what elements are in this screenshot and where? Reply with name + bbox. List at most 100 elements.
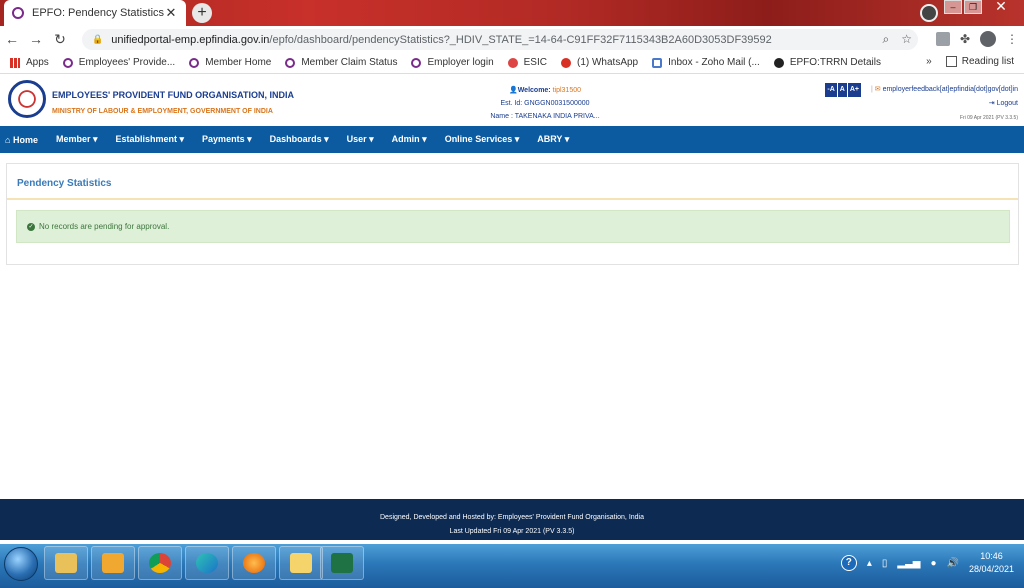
minimize-button[interactable]: – xyxy=(944,0,962,14)
lock-icon: 🔒 xyxy=(92,34,104,44)
tab-title: EPFO: Pendency Statistics xyxy=(32,7,164,19)
alert-message: No records are pending for approval. xyxy=(39,222,170,231)
extension-icon[interactable] xyxy=(935,32,950,46)
tray-expand-icon[interactable]: ▴ xyxy=(867,558,872,569)
volume-icon[interactable]: 🔊 xyxy=(947,558,959,569)
folder-icon xyxy=(290,553,312,573)
footer-last-updated: Last Updated Fri 09 Apr 2021 (PV 3.3.5) xyxy=(449,528,575,535)
bookmarks-overflow-button[interactable]: » xyxy=(926,56,932,67)
profile-chip-icon[interactable] xyxy=(920,4,938,22)
close-tab-icon[interactable]: ✕ xyxy=(164,5,178,21)
epfo-trrn-icon xyxy=(773,57,784,68)
nav-online-services[interactable]: Online Services ▾ xyxy=(445,134,520,145)
epfo-favicon-icon xyxy=(12,7,24,19)
bookmark-member-home[interactable]: Member Home xyxy=(189,57,271,68)
reading-list-icon xyxy=(945,56,957,67)
font-increase-button[interactable]: A+ xyxy=(847,83,861,97)
firefox-icon xyxy=(243,553,265,573)
nav-admin[interactable]: Admin ▾ xyxy=(392,134,427,145)
forward-button[interactable]: → xyxy=(24,31,48,47)
epfo-header: EMPLOYEES' PROVIDENT FUND ORGANISATION, … xyxy=(0,75,1024,127)
logout-link[interactable]: Logout xyxy=(997,100,1018,107)
bookmark-employees-provident[interactable]: Employees' Provide... xyxy=(62,57,175,68)
bookmark-star-icon[interactable]: ☆ xyxy=(901,32,912,47)
browser-tab[interactable]: EPFO: Pendency Statistics ✕ xyxy=(4,0,186,26)
back-button[interactable]: ← xyxy=(0,31,24,47)
bookmark-member-claim-status[interactable]: Member Claim Status xyxy=(285,57,397,68)
system-clock[interactable]: 10:46 28/04/2021 xyxy=(969,550,1014,576)
epfo-icon xyxy=(411,57,422,68)
folder-taskbar-button[interactable] xyxy=(279,546,323,580)
browser-tab-strip: EPFO: Pendency Statistics ✕ + – ❐ ✕ xyxy=(0,0,1024,26)
ministry-name: MINISTRY OF LABOUR & EMPLOYMENT, GOVERNM… xyxy=(52,108,273,115)
bookmark-esic[interactable]: ESIC xyxy=(507,57,547,68)
page-footer: Designed, Developed and Hosted by: Emplo… xyxy=(0,499,1024,540)
epfo-icon xyxy=(285,57,296,68)
explorer-icon xyxy=(55,553,77,573)
network-icon[interactable]: ▂▃▅ xyxy=(897,558,920,569)
font-decrease-button[interactable]: -A xyxy=(825,83,837,97)
zoom-search-icon[interactable]: ⌕ xyxy=(883,32,890,47)
explorer-taskbar-button[interactable] xyxy=(44,546,88,580)
puzzle-extensions-icon[interactable]: ✤ xyxy=(960,32,970,46)
bookmark-apps[interactable]: Apps xyxy=(10,57,49,68)
feedback-email-link[interactable]: employerfeedback[at]epfindia[dot]gov[dot… xyxy=(883,86,1018,93)
success-alert: ✓ No records are pending for approval. xyxy=(16,210,1010,243)
bookmark-zoho-mail[interactable]: Inbox - Zoho Mail (... xyxy=(652,57,760,68)
username: tipl31500 xyxy=(552,87,582,94)
org-name: EMPLOYEES' PROVIDENT FUND ORGANISATION, … xyxy=(52,90,294,100)
update-icon[interactable]: ● xyxy=(930,558,936,569)
bookmark-employer-login[interactable]: Employer login xyxy=(411,57,494,68)
nav-dashboards[interactable]: Dashboards ▾ xyxy=(270,134,329,145)
new-tab-button[interactable]: + xyxy=(192,3,212,23)
clock-date: 28/04/2021 xyxy=(968,564,1014,574)
logout-icon: ⇥ xyxy=(988,100,995,107)
chrome-icon xyxy=(149,553,171,573)
bookmark-epfo-trrn[interactable]: EPFO:TRRN Details xyxy=(773,57,881,68)
windows-taskbar: ? ▴ ▯ ▂▃▅ ● 🔊 10:46 28/04/2021 xyxy=(0,544,1024,588)
nav-member[interactable]: Member ▾ xyxy=(56,134,98,145)
welcome-block: 👤Welcome: tipl31500 Est. Id: GNGGN003150… xyxy=(470,84,620,123)
excel-taskbar-button[interactable] xyxy=(320,546,364,580)
zoho-icon xyxy=(652,57,663,68)
main-nav: ⌂ Home Member ▾ Establishment ▾ Payments… xyxy=(0,126,1024,153)
bookmark-whatsapp[interactable]: (1) WhatsApp xyxy=(560,57,638,68)
font-normal-button[interactable]: A xyxy=(837,83,847,97)
window-controls: – ❐ ✕ xyxy=(944,0,1018,14)
esic-icon xyxy=(507,57,518,68)
profile-avatar-icon[interactable] xyxy=(980,31,996,47)
window-close-button[interactable]: ✕ xyxy=(984,0,1018,14)
bookmarks-bar: Apps Employees' Provide... Member Home M… xyxy=(0,52,1024,74)
nav-home[interactable]: ⌂ Home xyxy=(5,135,38,145)
url-path: /epfo/dashboard/pendencyStatistics?_HDIV… xyxy=(269,33,772,46)
establishment-id: Est. Id: GNGGN0031500000 xyxy=(500,100,590,107)
establishment-name: Name : TAKENAKA INDIA PRIVA... xyxy=(490,113,600,120)
reading-list-button[interactable]: Reading list xyxy=(945,56,1014,67)
epfo-icon xyxy=(189,57,200,68)
outlook-icon xyxy=(102,553,124,573)
reload-button[interactable]: ↻ xyxy=(48,31,72,48)
browser-toolbar: ← → ↻ 🔒 unifiedportal-emp.epfindia.gov.i… xyxy=(0,26,1024,52)
nav-establishment[interactable]: Establishment ▾ xyxy=(116,134,185,145)
chrome-taskbar-button[interactable] xyxy=(138,546,182,580)
nav-payments[interactable]: Payments ▾ xyxy=(202,134,252,145)
epfo-emblem-logo xyxy=(8,80,46,118)
home-icon: ⌂ xyxy=(5,134,11,145)
outlook-taskbar-button[interactable] xyxy=(91,546,135,580)
date-version: Fri 09 Apr 2021 (PV 3.3.5) xyxy=(959,115,1018,121)
device-icon[interactable]: ▯ xyxy=(882,558,888,569)
address-bar[interactable]: 🔒 unifiedportal-emp.epfindia.gov.in/epfo… xyxy=(82,29,918,50)
nav-user[interactable]: User ▾ xyxy=(347,134,374,145)
edge-icon xyxy=(196,553,218,573)
help-icon[interactable]: ? xyxy=(840,555,857,571)
whatsapp-icon xyxy=(560,57,571,68)
menu-kebab-icon[interactable]: ⋮ xyxy=(1006,32,1018,46)
header-right: -A A A+ | ✉ employerfeedback[at]epfindia[d… xyxy=(824,83,1018,125)
start-button[interactable] xyxy=(4,547,38,581)
nav-abry[interactable]: ABRY ▾ xyxy=(537,134,569,145)
edge-taskbar-button[interactable] xyxy=(185,546,229,580)
check-circle-icon: ✓ xyxy=(27,222,35,231)
firefox-taskbar-button[interactable] xyxy=(232,546,276,580)
restore-button[interactable]: ❐ xyxy=(964,0,982,14)
excel-icon xyxy=(331,553,353,573)
